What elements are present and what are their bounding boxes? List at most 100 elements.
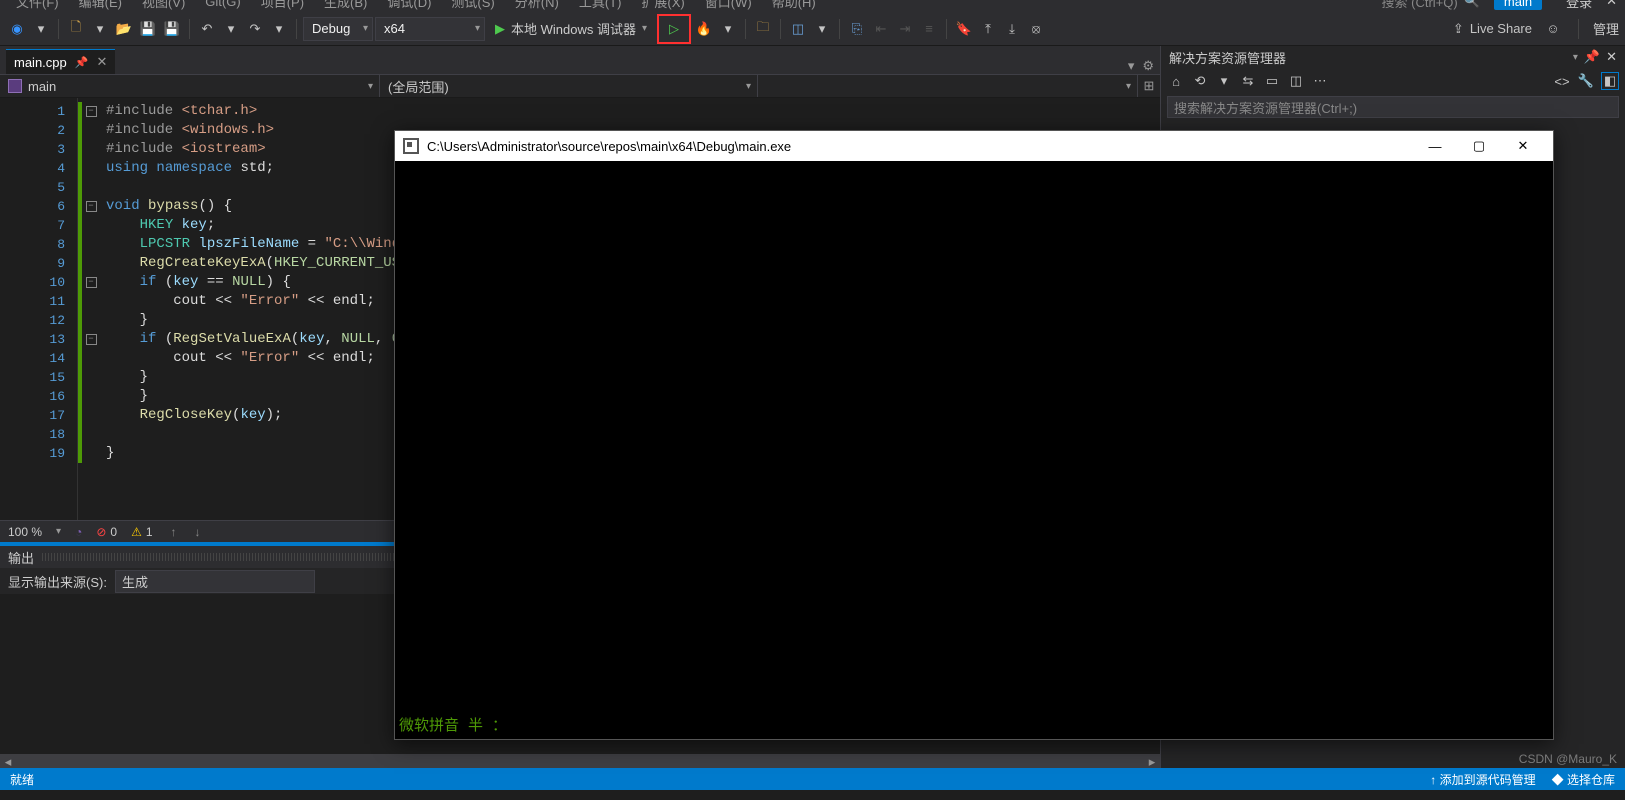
- chevron-down-icon[interactable]: ▾: [717, 18, 739, 40]
- open-icon[interactable]: 📂: [113, 18, 135, 40]
- sync-icon[interactable]: ⇆: [1239, 73, 1257, 89]
- chevron-down-icon[interactable]: ▾: [811, 18, 833, 40]
- separator: [1578, 19, 1579, 39]
- collapse-icon[interactable]: ⟲: [1191, 73, 1209, 89]
- solution-search[interactable]: 搜索解决方案资源管理器(Ctrl+;): [1167, 96, 1619, 118]
- fold-column[interactable]: − − − −: [82, 98, 100, 520]
- debugger-label: 本地 Windows 调试器: [511, 19, 636, 38]
- tab-label: main.cpp: [14, 55, 67, 70]
- save-icon[interactable]: 💾: [137, 18, 159, 40]
- nav-down-icon[interactable]: ↓: [195, 525, 201, 539]
- menu-analyze[interactable]: 分析(N): [507, 0, 567, 11]
- toolbar: ◉ ▾ 🗋 ▾ 📂 💾 💾 ↶ ▾ ↷ ▾ Debug x64 ▶ 本地 Win…: [0, 12, 1625, 46]
- menu-view[interactable]: 视图(V): [134, 0, 193, 11]
- chevron-down-icon[interactable]: ▾: [56, 526, 61, 537]
- scope-dropdown-1[interactable]: main: [0, 75, 380, 97]
- split-icon[interactable]: ⊞: [1138, 75, 1160, 97]
- menu-project[interactable]: 项目(P): [253, 0, 312, 11]
- manage-label[interactable]: 管理: [1593, 19, 1619, 38]
- login-button[interactable]: 登录: [1556, 0, 1602, 11]
- play-outline-icon[interactable]: ▷: [663, 18, 685, 40]
- hot-reload-icon[interactable]: 🔥: [693, 18, 715, 40]
- repo-select[interactable]: ◆ 选择仓库: [1552, 771, 1615, 788]
- close-icon[interactable]: ✕: [1606, 49, 1617, 65]
- console-titlebar[interactable]: C:\Users\Administrator\source\repos\main…: [395, 131, 1553, 161]
- global-search[interactable]: 搜索 (Ctrl+Q) 🔍: [1382, 0, 1480, 11]
- scroll-left-icon[interactable]: ◂: [0, 754, 16, 768]
- live-share-button[interactable]: ⇪ Live Share: [1453, 21, 1532, 37]
- close-button[interactable]: ✕: [1501, 131, 1545, 161]
- chevron-down-icon[interactable]: ▾: [1215, 73, 1233, 89]
- bookmark-prev-icon[interactable]: ⤒: [977, 18, 999, 40]
- search-icon: 🔍: [1464, 0, 1480, 9]
- chevron-down-icon[interactable]: ▾: [89, 18, 111, 40]
- menu-build[interactable]: 生成(B): [316, 0, 375, 11]
- save-all-icon[interactable]: 💾: [161, 18, 183, 40]
- bookmark-icon[interactable]: 🔖: [953, 18, 975, 40]
- comment-icon[interactable]: ≡: [918, 18, 940, 40]
- chevron-down-icon[interactable]: ▾: [220, 18, 242, 40]
- file-tab-main[interactable]: main.cpp 📌 ✕: [6, 49, 115, 74]
- account-icon[interactable]: ✕: [1606, 0, 1617, 9]
- view-toggle-icon[interactable]: ◧: [1601, 72, 1619, 90]
- menu-help[interactable]: 帮助(H): [764, 0, 824, 11]
- menu-extensions[interactable]: 扩展(X): [633, 0, 692, 11]
- chevron-down-icon[interactable]: ▾: [1128, 58, 1135, 74]
- indent-icon[interactable]: ⎘: [846, 18, 868, 40]
- output-src-value: 生成: [122, 575, 148, 590]
- nav-fwd-icon[interactable]: ▾: [30, 18, 52, 40]
- show-all-icon[interactable]: ▭: [1263, 73, 1281, 89]
- separator: [839, 19, 840, 39]
- scroll-right-icon[interactable]: ▸: [1144, 754, 1160, 768]
- chevron-down-icon[interactable]: ▾: [268, 18, 290, 40]
- menu-edit[interactable]: 编辑(E): [71, 0, 130, 11]
- outdent-icon[interactable]: ⇤: [870, 18, 892, 40]
- maximize-button[interactable]: ▢: [1457, 131, 1501, 161]
- new-folder-icon[interactable]: 🗀: [752, 18, 774, 40]
- close-icon[interactable]: ✕: [96, 54, 107, 70]
- new-item-icon[interactable]: 🗋: [65, 18, 87, 40]
- nav-up-icon[interactable]: ↑: [171, 525, 177, 539]
- menu-git[interactable]: Git(G): [197, 0, 248, 9]
- filter-icon[interactable]: ⋯: [1311, 73, 1329, 89]
- menu-test[interactable]: 测试(S): [443, 0, 502, 11]
- refresh-icon[interactable]: ◫: [1287, 73, 1305, 89]
- output-src-dropdown[interactable]: 生成: [115, 570, 315, 593]
- undo-icon[interactable]: ↶: [196, 18, 218, 40]
- platform-value: x64: [384, 21, 405, 36]
- platform-dropdown[interactable]: x64: [375, 17, 485, 41]
- pin-icon[interactable]: 📌: [1584, 49, 1600, 65]
- menu-debug[interactable]: 调试(D): [379, 0, 439, 11]
- gear-icon[interactable]: ⚙: [1142, 58, 1154, 74]
- code-icon[interactable]: <>: [1553, 74, 1571, 89]
- output-h-scrollbar[interactable]: ◂ ▸: [0, 754, 1160, 768]
- start-debug-button[interactable]: ▶ 本地 Windows 调试器 ▾: [487, 17, 655, 41]
- chevron-down-icon[interactable]: ▾: [642, 23, 647, 34]
- zoom-level[interactable]: 100 %: [8, 525, 42, 539]
- bookmark-clear-icon[interactable]: ⦻: [1025, 18, 1047, 40]
- menu-window[interactable]: 窗口(W): [697, 0, 760, 11]
- scope-dropdown-2[interactable]: (全局范围): [380, 75, 758, 97]
- window-icon[interactable]: ◫: [787, 18, 809, 40]
- chevron-down-icon[interactable]: ▾: [1573, 52, 1578, 63]
- source-control-add[interactable]: ↑ 添加到源代码管理: [1430, 771, 1535, 788]
- warning-count[interactable]: ⚠ 1: [131, 525, 152, 539]
- nav-back-icon[interactable]: ◉: [6, 18, 28, 40]
- bookmark-next-icon[interactable]: ⤓: [1001, 18, 1023, 40]
- error-count[interactable]: ⊘ 0: [96, 525, 117, 539]
- indent2-icon[interactable]: ⇥: [894, 18, 916, 40]
- warning-num: 1: [146, 525, 153, 539]
- branch-indicator[interactable]: main: [1494, 0, 1542, 10]
- minimize-button[interactable]: —: [1413, 131, 1457, 161]
- menu-tools[interactable]: 工具(T): [571, 0, 630, 11]
- console-body[interactable]: 微软拼音 半 ：: [395, 161, 1553, 739]
- pin-icon[interactable]: 📌: [75, 56, 89, 69]
- wrench-icon[interactable]: 🔧: [1577, 73, 1595, 89]
- home-icon[interactable]: ⌂: [1167, 74, 1185, 89]
- feedback-icon[interactable]: ☺: [1542, 18, 1564, 40]
- redo-icon[interactable]: ↷: [244, 18, 266, 40]
- config-dropdown[interactable]: Debug: [303, 17, 373, 41]
- health-icon[interactable]: ◔: [75, 525, 82, 539]
- scope-dropdown-3[interactable]: [758, 75, 1138, 97]
- menu-file[interactable]: 文件(F): [8, 0, 67, 11]
